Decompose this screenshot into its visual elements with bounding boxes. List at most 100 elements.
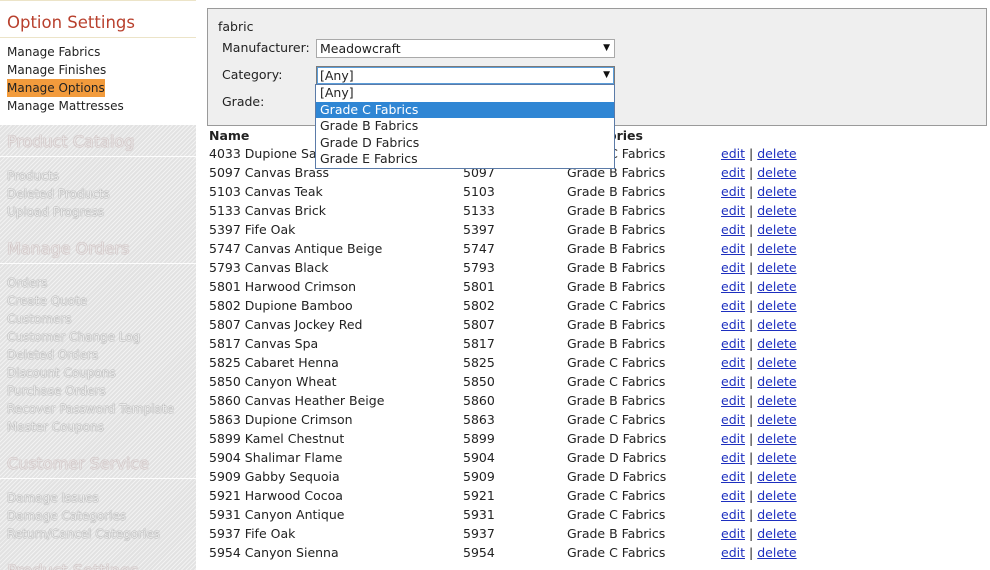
sidebar-link-purchase-orders[interactable]: Purchase Orders [0,382,196,400]
edit-link[interactable]: edit [721,412,745,427]
edit-link[interactable]: edit [721,526,745,541]
dropdown-option-any[interactable]: [Any] [316,85,614,102]
delete-link[interactable]: delete [757,374,796,389]
edit-link[interactable]: edit [721,203,745,218]
sidebar-link-deleted-orders[interactable]: Deleted Orders [0,346,196,364]
cell-category: Grade C Fabrics [567,412,666,427]
table-row: 5397 Fife Oak 5397 Grade B Fabrics edit | del… [209,220,797,239]
sidebar-section-title[interactable]: Customer Service [0,447,196,479]
sidebar-section-title[interactable]: Manage Orders [0,232,196,264]
delete-link[interactable]: delete [757,488,796,503]
sidebar-link-create-quote[interactable]: Create Quote [0,292,196,310]
sidebar-link-recover-password-template[interactable]: Recover Password Template [0,400,196,418]
edit-link[interactable]: edit [721,336,745,351]
cell-code: 5103 [463,184,495,199]
edit-link[interactable]: edit [721,450,745,465]
edit-link[interactable]: edit [721,146,745,161]
category-dropdown-list: [Any] Grade C Fabrics Grade B Fabrics Gr… [315,84,615,169]
edit-link[interactable]: edit [721,393,745,408]
cell-actions: edit | delete [721,239,797,258]
delete-link[interactable]: delete [757,545,796,560]
delete-link[interactable]: delete [757,526,796,541]
cell-name: 5103 Canvas Teak [209,184,323,199]
dropdown-option-grade-e[interactable]: Grade E Fabrics [316,151,614,168]
cell-name: 5817 Canvas Spa [209,336,319,351]
action-separator: | [749,355,754,370]
delete-link[interactable]: delete [757,222,796,237]
cell-actions: edit | delete [721,486,797,505]
sidebar-link-manage-finishes[interactable]: Manage Finishes [0,61,196,79]
manufacturer-select-value: Meadowcraft [320,41,401,56]
delete-link[interactable]: delete [757,298,796,313]
delete-link[interactable]: delete [757,203,796,218]
category-select-value: [Any] [320,68,354,83]
dropdown-option-grade-b[interactable]: Grade B Fabrics [316,118,614,135]
sidebar-link-manage-fabrics[interactable]: Manage Fabrics [0,43,196,61]
cell-code: 5937 [463,526,495,541]
manufacturer-label: Manufacturer: [222,40,310,55]
delete-link[interactable]: delete [757,412,796,427]
sidebar-link-orders[interactable]: Orders [0,274,196,292]
sidebar-link-return-cancel-categories[interactable]: Return/Cancel Categories [0,525,196,543]
sidebar-link-products[interactable]: Products [0,167,196,185]
delete-link[interactable]: delete [757,393,796,408]
delete-link[interactable]: delete [757,317,796,332]
sidebar-link-upload-progress[interactable]: Upload Progress [0,203,196,221]
delete-link[interactable]: delete [757,507,796,522]
delete-link[interactable]: delete [757,146,796,161]
edit-link[interactable]: edit [721,431,745,446]
dropdown-option-grade-d[interactable]: Grade D Fabrics [316,135,614,152]
delete-link[interactable]: delete [757,260,796,275]
edit-link[interactable]: edit [721,260,745,275]
delete-link[interactable]: delete [757,184,796,199]
sidebar-section-title[interactable]: Product Settings [0,554,196,570]
edit-link[interactable]: edit [721,469,745,484]
edit-link[interactable]: edit [721,355,745,370]
table-row: 5931 Canyon Antique 5931 Grade C Fabrics ed… [209,505,797,524]
edit-link[interactable]: edit [721,317,745,332]
cell-name: 5801 Harwood Crimson [209,279,357,294]
cell-name: 5931 Canyon Antique [209,507,345,522]
delete-link[interactable]: delete [757,336,796,351]
sidebar-link-customer-change-log[interactable]: Customer Change Log [0,328,196,346]
cell-actions: edit | delete [721,429,797,448]
delete-link[interactable]: delete [757,431,796,446]
edit-link[interactable]: edit [721,279,745,294]
delete-link[interactable]: delete [757,241,796,256]
action-separator: | [749,469,754,484]
sidebar-links: Products Deleted Products Upload Progres… [0,167,196,232]
edit-link[interactable]: edit [721,241,745,256]
table-row: 5807 Canvas Jockey Red 5807 Grade B Fabric… [209,315,797,334]
sidebar-section-title[interactable]: Product Catalog [0,125,196,157]
sidebar-link-damage-issues[interactable]: Damage Issues [0,489,196,507]
cell-actions: edit | delete [721,182,797,201]
action-separator: | [749,374,754,389]
cell-actions: edit | delete [721,258,797,277]
edit-link[interactable]: edit [721,488,745,503]
sidebar-link-deleted-products[interactable]: Deleted Products [0,185,196,203]
delete-link[interactable]: delete [757,355,796,370]
edit-link[interactable]: edit [721,374,745,389]
edit-link[interactable]: edit [721,507,745,522]
dropdown-option-grade-c[interactable]: Grade C Fabrics [316,101,614,118]
edit-link[interactable]: edit [721,298,745,313]
sidebar-link-discount-coupons[interactable]: Discount Coupons [0,364,196,382]
cell-actions: edit | delete [721,296,797,315]
manufacturer-select[interactable]: Meadowcraft ▼ [316,39,615,58]
sidebar-link-damage-categories[interactable]: Damage Categories [0,507,196,525]
sidebar-link-customers[interactable]: Customers [0,310,196,328]
edit-link[interactable]: edit [721,222,745,237]
delete-link[interactable]: delete [757,165,796,180]
edit-link[interactable]: edit [721,165,745,180]
sidebar-link-manage-mattresses[interactable]: Manage Mattresses [0,97,196,115]
edit-link[interactable]: edit [721,545,745,560]
delete-link[interactable]: delete [757,450,796,465]
category-select[interactable]: [Any] ▼ [316,66,615,85]
cell-name: 5397 Fife Oak [209,222,296,237]
sidebar-link-master-coupons[interactable]: Master Coupons [0,418,196,436]
edit-link[interactable]: edit [721,184,745,199]
delete-link[interactable]: delete [757,279,796,294]
sidebar-link-manage-options[interactable]: Manage Options [7,79,105,97]
cell-actions: edit | delete [721,163,797,182]
delete-link[interactable]: delete [757,469,796,484]
